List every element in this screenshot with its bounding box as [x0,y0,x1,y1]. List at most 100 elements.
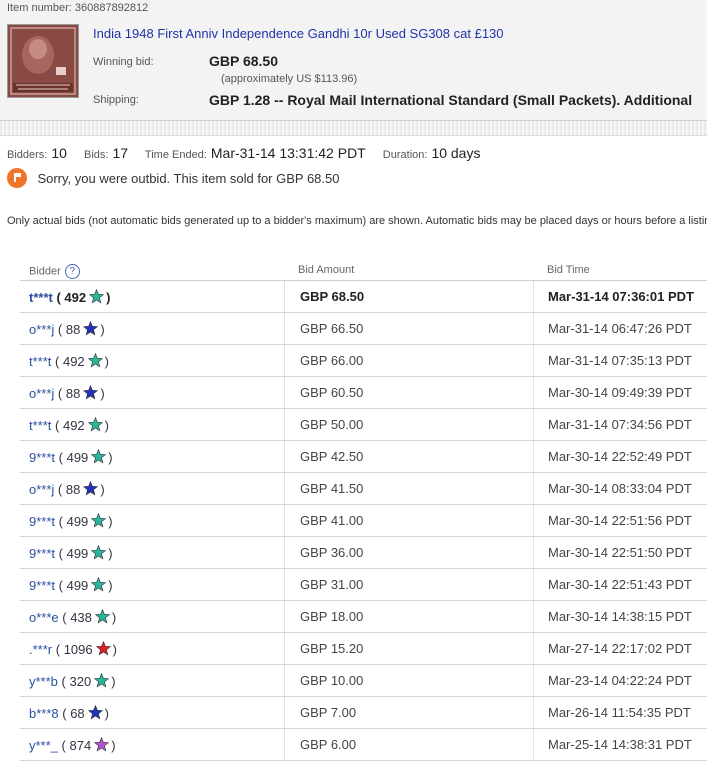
bidder-name-link[interactable]: o***j [29,482,54,497]
feedback-close: ) [112,642,117,657]
bid-time-cell: Mar-30-14 22:51:43 PDT [548,577,692,592]
outbid-message: Sorry, you were outbid. This item sold f… [37,170,340,186]
bidder-name-link[interactable]: .***r [29,642,52,657]
column-divider [284,569,285,600]
feedback-close: ) [100,386,105,401]
feedback-open: ( [54,322,66,337]
column-divider [533,281,534,312]
bid-amount-cell: GBP 41.50 [300,481,364,496]
feedback-score[interactable]: 320 [69,674,91,689]
bidder-name-link[interactable]: o***j [29,386,54,401]
bidder-name-link[interactable]: 9***t [29,546,55,561]
feedback-score[interactable]: 492 [64,290,86,305]
feedback-star-icon [89,289,105,304]
section-divider [0,121,707,136]
table-row: o***j ( 88) GBP 66.50 Mar-31-14 06:47:26 P… [20,313,707,345]
column-divider [533,441,534,472]
bidder-cell: 9***t ( 499) [29,513,113,529]
bid-time-cell: Mar-30-14 22:52:49 PDT [548,449,692,464]
feedback-close: ) [106,290,111,305]
bid-amount-cell: GBP 66.00 [300,353,364,368]
feedback-score[interactable]: 492 [63,418,85,433]
feedback-open: ( [55,546,67,561]
bid-time-cell: Mar-31-14 07:34:56 PDT [548,417,692,432]
table-row: t***t ( 492) GBP 50.00 Mar-31-14 07:34:56 … [20,409,707,441]
table-row: b***8 ( 68) GBP 7.00 Mar-26-14 11:54:35 PD… [20,697,707,729]
column-divider [284,345,285,376]
header-bid-amount: Bid Amount [298,264,355,276]
bid-time-cell: Mar-30-14 09:49:39 PDT [548,385,692,400]
bidder-cell: o***e ( 438) [29,609,116,625]
table-header: Bidder? Bid Amount Bid Time [20,258,707,281]
duration-label: Duration: [382,149,428,161]
feedback-open: ( [55,578,67,593]
feedback-score[interactable]: 88 [66,482,80,497]
bidder-name-link[interactable]: t***t [29,290,53,305]
feedback-score[interactable]: 874 [69,738,91,753]
column-divider [284,409,285,440]
feedback-star-icon [95,641,111,656]
bid-time-cell: Mar-27-14 22:17:02 PDT [548,641,692,656]
feedback-score[interactable]: 499 [67,450,89,465]
feedback-star-icon [94,737,110,752]
column-divider [533,697,534,728]
feedback-star-icon [87,705,103,720]
feedback-score[interactable]: 499 [67,514,89,529]
feedback-close: ) [100,322,105,337]
column-divider [533,473,534,504]
feedback-score[interactable]: 1096 [64,642,93,657]
bidder-name-link[interactable]: 9***t [29,514,55,529]
bidder-name-link[interactable]: 9***t [29,450,55,465]
column-divider [533,377,534,408]
feedback-open: ( [55,450,67,465]
bidder-cell: t***t ( 492) [29,289,110,305]
feedback-score[interactable]: 88 [66,322,80,337]
bids-label: Bids: [84,149,109,161]
bidder-name-link[interactable]: b***8 [29,706,59,721]
bidder-name-link[interactable]: o***e [29,610,59,625]
bidder-name-link[interactable]: y***_ [29,738,58,753]
feedback-score[interactable]: 499 [67,546,89,561]
item-title-link[interactable]: India 1948 First Anniv Independence Gand… [93,26,504,41]
help-icon[interactable]: ? [64,264,80,279]
bidder-name-link[interactable]: t***t [29,418,51,433]
feedback-score[interactable]: 438 [70,610,92,625]
bid-amount-cell: GBP 42.50 [300,449,364,464]
bid-time-cell: Mar-31-14 07:35:13 PDT [548,353,692,368]
bid-time-cell: Mar-30-14 22:51:50 PDT [548,545,692,560]
feedback-open: ( [58,610,71,625]
bid-amount-cell: GBP 15.20 [300,641,364,656]
column-divider [533,665,534,696]
bid-time-cell: Mar-25-14 14:38:31 PDT [548,737,692,752]
feedback-star-icon [94,609,110,624]
column-divider [533,633,534,664]
feedback-star-icon [91,577,107,592]
shipping-label: Shipping: [93,94,139,106]
column-divider [533,601,534,632]
feedback-close: ) [104,418,110,433]
winning-bid-amount: GBP 68.50 [209,53,279,69]
table-row: 9***t ( 499) GBP 42.50 Mar-30-14 22:52:49 … [20,441,707,473]
bidder-name-link[interactable]: o***j [29,322,54,337]
bidder-name-link[interactable]: 9***t [29,578,55,593]
feedback-score[interactable]: 492 [63,354,85,369]
feedback-score[interactable]: 88 [66,386,80,401]
table-row: 9***t ( 499) GBP 31.00 Mar-30-14 22:51:43 … [20,569,707,601]
feedback-close: ) [108,546,113,561]
feedback-score[interactable]: 68 [70,706,84,721]
table-row: o***j ( 88) GBP 41.50 Mar-30-14 08:33:04 P… [20,473,707,505]
feedback-score[interactable]: 499 [67,578,89,593]
bid-time-cell: Mar-31-14 07:36:01 PDT [548,289,694,304]
bidder-cell: t***t ( 492) [29,353,109,369]
column-divider [284,281,285,312]
table-row: o***j ( 88) GBP 60.50 Mar-30-14 09:49:39 P… [20,377,707,409]
feedback-open: ( [57,738,70,753]
feedback-close: ) [111,610,117,625]
bid-time-cell: Mar-31-14 06:47:26 PDT [548,321,692,336]
item-thumbnail[interactable] [7,24,79,98]
feedback-star-icon [83,481,99,496]
feedback-open: ( [52,642,64,657]
bidder-name-link[interactable]: t***t [29,354,51,369]
feedback-star-icon [91,545,107,560]
bidder-name-link[interactable]: y***b [29,674,58,689]
